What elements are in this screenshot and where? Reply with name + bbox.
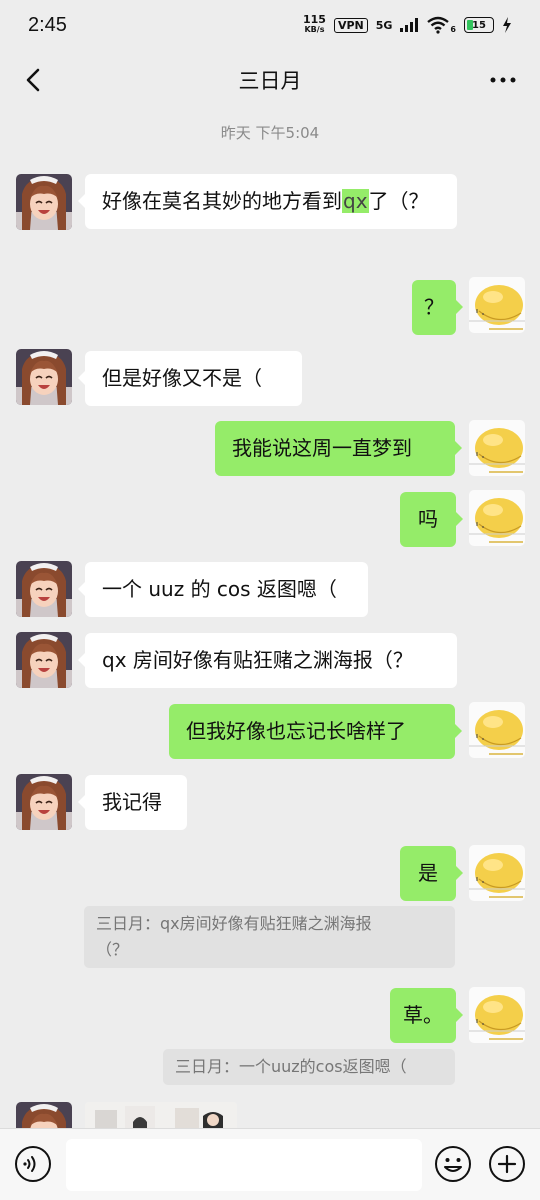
my-avatar[interactable]: [469, 420, 525, 476]
my-avatar[interactable]: [469, 987, 525, 1043]
more-options-icon[interactable]: [488, 68, 518, 92]
charging-icon: [503, 17, 511, 33]
chat-header: 三日月: [0, 50, 540, 110]
contact-avatar[interactable]: [16, 561, 72, 617]
received-message-bubble[interactable]: 一个 uuz 的 cos 返图嗯（: [78, 562, 368, 617]
my-avatar[interactable]: [469, 490, 525, 546]
emoji-icon[interactable]: [434, 1145, 472, 1183]
contact-avatar[interactable]: [16, 774, 72, 830]
voice-input-icon[interactable]: [14, 1145, 52, 1183]
received-message-bubble[interactable]: 但是好像又不是（: [78, 351, 302, 406]
message-text: 吗: [418, 507, 438, 531]
network-type: 5G: [375, 18, 393, 32]
received-message-bubble[interactable]: 我记得: [78, 775, 187, 830]
message-input[interactable]: [66, 1139, 422, 1191]
quoted-message[interactable]: 三日月：一个uuz的cos返图嗯（: [163, 1049, 455, 1085]
message-list[interactable]: 昨天 下午5:04 好像在莫名其妙的地方看到qx了（？ ？ 但是好像又不是（ 我…: [0, 110, 540, 1128]
vpn-badge: VPN: [333, 17, 368, 33]
message-text: 好像在莫名其妙的地方看到: [102, 189, 342, 213]
sent-message-bubble[interactable]: 吗: [400, 492, 463, 547]
contact-avatar[interactable]: [16, 632, 72, 688]
contact-avatar[interactable]: [16, 349, 72, 405]
my-avatar[interactable]: [469, 277, 525, 333]
contact-avatar[interactable]: [16, 174, 72, 230]
sent-message-bubble[interactable]: ？: [412, 280, 463, 335]
quote-text: 三日月：qx房间好像有贴狂赌之渊海报: [96, 914, 372, 933]
message-text: 一个 uuz 的 cos 返图嗯（: [102, 577, 337, 601]
message-text: 但是好像又不是（: [102, 366, 262, 390]
battery-icon: 15: [464, 17, 494, 33]
quoted-message[interactable]: 三日月：qx房间好像有贴狂赌之渊海报 （？: [84, 906, 455, 968]
sent-message-bubble[interactable]: 但我好像也忘记长啥样了: [169, 704, 462, 759]
message-text: 草。: [403, 1003, 443, 1027]
chat-input-bar: [0, 1128, 540, 1200]
sent-message-bubble[interactable]: 草。: [390, 988, 463, 1043]
speed-value: 115: [302, 13, 326, 26]
image-message[interactable]: [85, 1102, 237, 1128]
back-arrow-icon[interactable]: [18, 64, 50, 96]
contact-avatar[interactable]: [16, 1102, 72, 1128]
message-text: 是: [418, 861, 438, 885]
quote-text: 三日月：一个uuz的cos返图嗯（: [175, 1057, 407, 1076]
received-message-bubble[interactable]: qx 房间好像有贴狂赌之渊海报（？: [78, 633, 457, 688]
status-time: 2:45: [28, 13, 67, 36]
received-message-bubble[interactable]: 好像在莫名其妙的地方看到qx了（？: [78, 174, 457, 229]
speed-unit: KB/s: [304, 25, 325, 34]
highlighted-keyword[interactable]: qx: [342, 189, 369, 213]
signal-icon: [400, 18, 419, 32]
my-avatar[interactable]: [469, 845, 525, 901]
status-icons: 115 KB/s VPN 5G 6 15: [302, 13, 512, 35]
message-text: 我能说这周一直梦到: [232, 436, 412, 460]
network-speed: 115 KB/s: [302, 13, 326, 35]
chat-title: 三日月: [238, 69, 302, 93]
message-timestamp: 昨天 下午5:04: [220, 124, 320, 142]
message-text: 我记得: [102, 790, 162, 814]
plus-icon[interactable]: [488, 1145, 526, 1183]
sent-message-bubble[interactable]: 我能说这周一直梦到: [215, 421, 462, 476]
status-bar: 2:45 115 KB/s VPN 5G 6 15: [0, 0, 540, 50]
message-text: 了（？: [368, 189, 429, 213]
message-text: qx 房间好像有贴狂赌之渊海报（？: [102, 648, 413, 672]
my-avatar[interactable]: [469, 702, 525, 758]
wifi-icon: [427, 16, 450, 34]
message-text: 但我好像也忘记长啥样了: [186, 719, 406, 743]
quote-text: （？: [96, 940, 129, 959]
battery-level: 15: [472, 19, 486, 31]
wifi-level: 6: [450, 24, 456, 34]
message-text: ？: [424, 295, 444, 319]
sent-message-bubble[interactable]: 是: [400, 846, 463, 901]
